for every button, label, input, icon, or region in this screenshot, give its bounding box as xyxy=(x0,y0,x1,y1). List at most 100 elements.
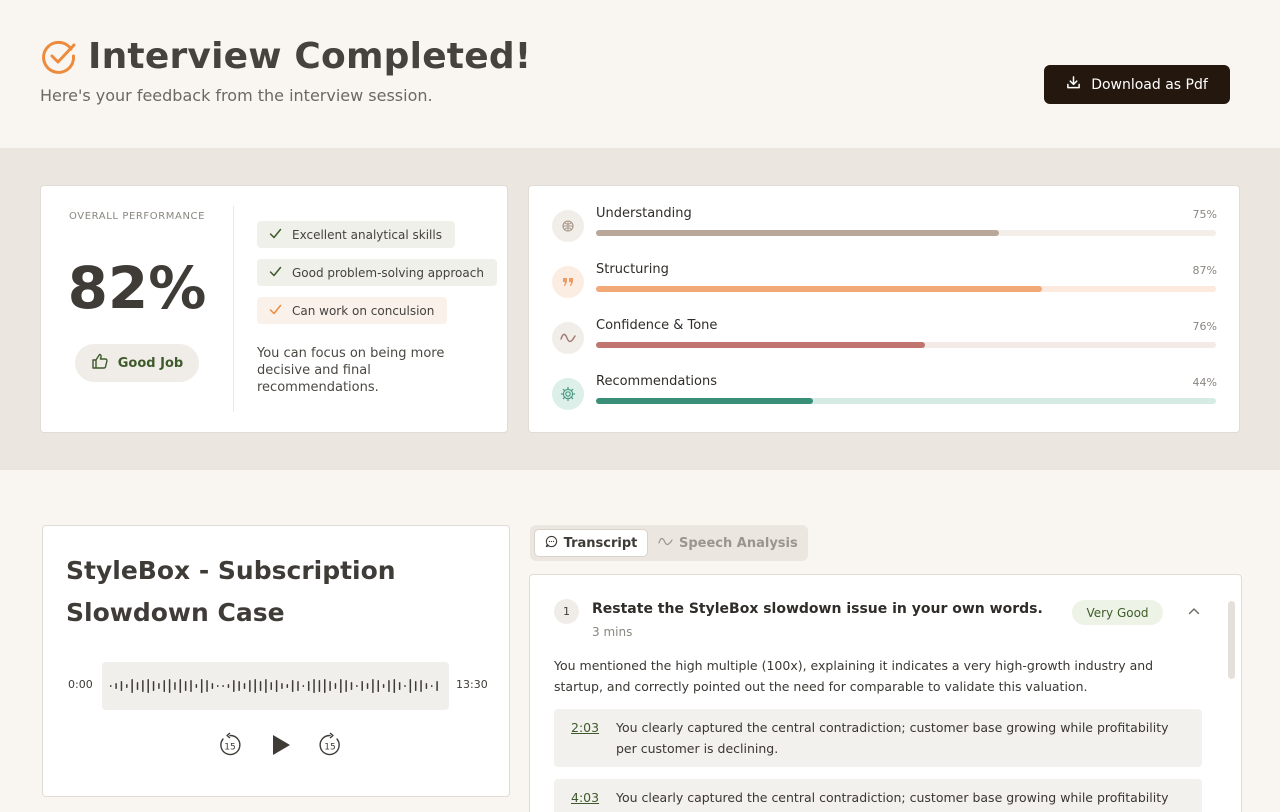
chat-bubble-icon xyxy=(545,535,558,552)
play-icon xyxy=(273,735,290,755)
waveform-bar xyxy=(243,683,246,689)
score-label: Structuring xyxy=(596,262,669,277)
waveform-bar xyxy=(211,683,214,689)
waveform-bar xyxy=(217,685,219,687)
score-bar-track xyxy=(596,342,1216,348)
waveform-bar xyxy=(275,680,278,692)
waveform-bar xyxy=(147,679,149,693)
waveform-bar xyxy=(414,681,417,691)
score-label: Understanding xyxy=(596,206,692,221)
score-bar-fill xyxy=(596,286,1043,292)
waveform-bar xyxy=(238,681,240,691)
svg-text:15: 15 xyxy=(324,743,335,753)
rating-label: Good Job xyxy=(117,355,184,371)
waveform-bar xyxy=(324,679,326,693)
overall-score: 82% xyxy=(67,254,207,322)
score-percentage: 87% xyxy=(1192,264,1217,277)
waveform-bar xyxy=(190,680,192,692)
play-button[interactable] xyxy=(267,732,293,758)
waveform-bar xyxy=(382,684,385,688)
waveform-bar xyxy=(249,680,251,692)
score-label: Confidence & Tone xyxy=(596,318,718,333)
waveform-bar xyxy=(126,684,128,688)
waveform-bar xyxy=(174,682,176,690)
title-row: Interview Completed! xyxy=(40,36,531,77)
waveform-bar xyxy=(425,683,428,689)
brain-icon xyxy=(552,210,584,242)
waveform-bar xyxy=(163,680,165,692)
waveform-bar xyxy=(431,685,433,687)
question-duration: 3 mins xyxy=(592,625,633,639)
focus-note: You can focus on being more decisive and… xyxy=(257,346,445,395)
check-icon xyxy=(269,303,282,319)
waveform-bar xyxy=(227,684,230,688)
wave-icon xyxy=(658,535,673,552)
waveform-bar xyxy=(222,685,224,687)
waveform-bar xyxy=(179,679,182,693)
waveform-bar xyxy=(398,682,401,690)
page-title: Interview Completed! xyxy=(88,36,532,77)
check-icon xyxy=(269,265,282,281)
waveform-bar xyxy=(142,680,144,692)
waveform-bar xyxy=(345,680,347,692)
waveform-bar xyxy=(206,680,208,692)
download-icon xyxy=(1066,75,1081,94)
rewind-icon: 15 xyxy=(220,732,241,756)
page-header: Interview Completed! Here's your feedbac… xyxy=(0,0,1280,148)
forward-15-button[interactable]: 15 xyxy=(317,732,343,758)
waveform-bar xyxy=(318,680,321,692)
check-circle-icon xyxy=(40,38,78,76)
highlights-list: Excellent analytical skills Good problem… xyxy=(257,221,497,335)
question-text: Restate the StyleBox slowdown issue in y… xyxy=(592,601,1043,617)
download-pdf-button[interactable]: Download as Pdf xyxy=(1044,65,1230,104)
tab-transcript[interactable]: Transcript xyxy=(534,529,648,557)
question-number: 1 xyxy=(554,599,579,624)
waveform-bar xyxy=(270,682,272,690)
timestamp-note: 4:03 You clearly captured the central co… xyxy=(554,779,1202,812)
case-title: StyleBox - Subscription Slowdown Case xyxy=(66,556,396,627)
audio-waveform[interactable] xyxy=(102,662,449,710)
score-label: Recommendations xyxy=(596,374,718,389)
waveform-bar xyxy=(313,679,315,693)
waveform-bar xyxy=(168,679,171,693)
score-row-understanding: Understanding 75% xyxy=(552,206,1217,246)
waveform-bar xyxy=(436,681,438,691)
question-feedback: You mentioned the high multiple (100x), … xyxy=(554,658,1154,694)
score-row-confidence-tone: Confidence & Tone 76% xyxy=(552,318,1217,358)
timestamp-link[interactable]: 2:03 xyxy=(571,717,600,759)
waveform-bar xyxy=(184,681,187,691)
waveform-bar xyxy=(259,681,262,691)
thumbs-up-icon xyxy=(91,352,109,374)
rewind-15-button[interactable]: 15 xyxy=(217,732,243,758)
check-icon xyxy=(269,227,282,243)
gear-icon xyxy=(552,378,584,410)
waveform-bar xyxy=(233,680,235,692)
waveform-bar xyxy=(340,679,342,693)
quote-icon xyxy=(552,266,584,298)
overall-performance-label: OVERALL PERFORMANCE xyxy=(68,211,206,222)
chevron-up-icon xyxy=(1188,608,1200,615)
summary-section: OVERALL PERFORMANCE 82% Good Job Excelle… xyxy=(0,148,1280,470)
transcript-card: 1 Restate the StyleBox slowdown issue in… xyxy=(529,574,1242,812)
rating-badge: Good Job xyxy=(75,344,199,382)
card-divider xyxy=(233,206,234,412)
forward-icon: 15 xyxy=(319,732,340,756)
waveform-bar xyxy=(307,681,310,691)
waveform-bar xyxy=(409,679,412,693)
score-percentage: 44% xyxy=(1192,376,1217,389)
waveform-bar xyxy=(195,684,198,688)
score-bar-fill xyxy=(596,398,813,404)
tab-speech-analysis[interactable]: Speech Analysis xyxy=(658,529,798,557)
timestamp-link[interactable]: 4:03 xyxy=(571,787,600,812)
score-bar-fill xyxy=(596,230,999,236)
waveform-bar xyxy=(297,681,299,691)
waveform-bar xyxy=(377,680,379,692)
waveform-bar xyxy=(136,682,139,690)
scrollbar[interactable] xyxy=(1228,601,1235,679)
download-pdf-label: Download as Pdf xyxy=(1091,76,1208,93)
total-time: 13:30 xyxy=(456,678,488,691)
collapse-button[interactable] xyxy=(1186,603,1202,619)
score-bar-track xyxy=(596,398,1216,404)
waveform-bar xyxy=(110,685,112,687)
waveform-bar xyxy=(265,679,267,693)
